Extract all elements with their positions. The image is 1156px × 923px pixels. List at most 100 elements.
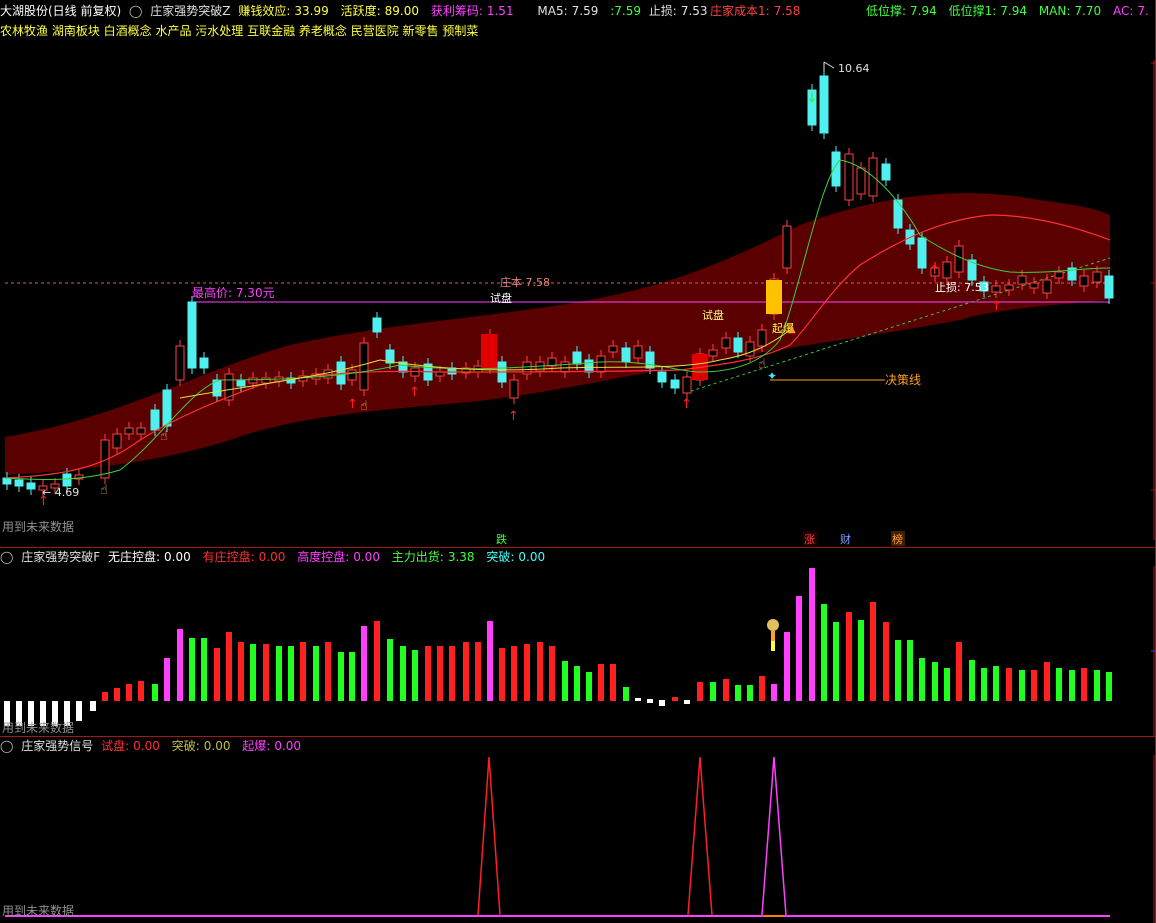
panel2-bar[interactable] — [549, 646, 555, 701]
panel2-bar[interactable] — [374, 621, 380, 701]
candle[interactable] — [14, 479, 24, 487]
candle[interactable] — [372, 317, 382, 333]
candle[interactable] — [1079, 275, 1089, 287]
candle[interactable] — [509, 379, 519, 399]
panel2-bar[interactable] — [313, 646, 319, 701]
candle[interactable] — [261, 377, 271, 384]
panel2-bar[interactable] — [226, 632, 232, 701]
candle[interactable] — [917, 237, 927, 269]
panel2-bar[interactable] — [126, 684, 132, 701]
panel2-bar[interactable] — [425, 646, 431, 701]
panel2-bar[interactable] — [907, 640, 913, 701]
panel2-bar[interactable] — [1094, 670, 1100, 701]
candle[interactable] — [844, 153, 854, 201]
panel2-bar[interactable] — [610, 664, 616, 701]
panel2-name[interactable]: 庄家强势突破F — [21, 550, 100, 564]
candle[interactable] — [782, 225, 792, 269]
candle[interactable] — [893, 199, 903, 229]
panel2-bar[interactable] — [189, 638, 195, 701]
panel2-bar[interactable] — [809, 568, 815, 701]
candle[interactable] — [62, 473, 72, 487]
candle[interactable] — [1029, 282, 1039, 289]
candle[interactable] — [162, 389, 172, 427]
panel2-bar[interactable] — [537, 642, 543, 701]
candle[interactable] — [745, 341, 755, 357]
candle[interactable] — [757, 329, 767, 347]
panel2-bar[interactable] — [821, 604, 827, 701]
panel2-bar[interactable] — [1056, 668, 1062, 701]
candle[interactable] — [359, 342, 369, 391]
candle[interactable] — [2, 477, 12, 485]
candle[interactable] — [819, 75, 829, 134]
panel2-bar[interactable] — [784, 632, 790, 701]
candle[interactable] — [187, 301, 197, 369]
panel3-name[interactable]: 庄家强势信号 — [21, 739, 93, 753]
candle[interactable] — [560, 361, 570, 373]
panel2-bar[interactable] — [574, 666, 580, 701]
candle[interactable] — [199, 357, 209, 369]
panel2-bar[interactable] — [1006, 668, 1012, 701]
panel2-bar[interactable] — [114, 688, 120, 701]
candle[interactable] — [596, 355, 606, 373]
panel2-bar[interactable] — [969, 660, 975, 701]
panel2-menu-icon[interactable]: ◯ — [0, 550, 13, 564]
candle[interactable] — [942, 261, 952, 279]
panel2-bar[interactable] — [1031, 670, 1037, 701]
panel2-bar[interactable] — [449, 646, 455, 701]
candle[interactable] — [150, 409, 160, 431]
candle[interactable] — [856, 167, 866, 195]
panel2-bar[interactable] — [919, 658, 925, 701]
candle[interactable] — [708, 349, 718, 357]
candle[interactable] — [721, 337, 731, 349]
panel2-bar[interactable] — [102, 692, 108, 701]
panel2-bar[interactable] — [598, 664, 604, 701]
panel2-bar[interactable] — [623, 687, 629, 701]
candle[interactable] — [608, 345, 618, 353]
panel2-bar[interactable] — [250, 644, 256, 701]
panel2-bar[interactable] — [349, 652, 355, 701]
panel2-bar[interactable] — [511, 646, 517, 701]
candle[interactable] — [991, 285, 1001, 293]
candle[interactable] — [733, 337, 743, 353]
panel2-bar[interactable] — [586, 672, 592, 701]
candle[interactable] — [621, 347, 631, 363]
panel2-bar[interactable] — [833, 622, 839, 701]
panel2-bar[interactable] — [723, 679, 729, 701]
panel2-bar[interactable] — [177, 629, 183, 701]
panel2-bar[interactable] — [152, 684, 158, 701]
panel2-bar[interactable] — [263, 644, 269, 701]
panel2-bar[interactable] — [338, 652, 344, 701]
panel2-bar[interactable] — [164, 658, 170, 701]
panel2-bar[interactable] — [710, 682, 716, 701]
candle[interactable] — [136, 427, 146, 435]
marker-bang[interactable]: 榜 — [892, 532, 903, 546]
candle[interactable] — [572, 351, 582, 365]
candle[interactable] — [26, 482, 36, 490]
candle[interactable] — [347, 369, 357, 381]
panel2-bar[interactable] — [288, 646, 294, 701]
candle[interactable] — [670, 379, 680, 389]
panel2-chart[interactable]: 用到未来数据 — [0, 566, 1156, 736]
candle[interactable] — [1004, 284, 1014, 291]
panel2-bar[interactable] — [659, 700, 665, 706]
panel3-menu-icon[interactable]: ◯ — [0, 739, 13, 753]
candle[interactable] — [657, 371, 667, 383]
panel2-bar[interactable] — [759, 676, 765, 701]
panel2-bar[interactable] — [735, 685, 741, 701]
panel2-bar[interactable] — [858, 620, 864, 701]
marker-cai[interactable]: 财 — [840, 532, 851, 546]
candle[interactable] — [633, 345, 643, 359]
panel2-bar[interactable] — [635, 698, 641, 701]
panel2-bar[interactable] — [437, 646, 443, 701]
panel2-bar[interactable] — [1106, 672, 1112, 701]
candle[interactable] — [831, 151, 841, 187]
panel2-bar[interactable] — [214, 648, 220, 701]
candle[interactable] — [881, 163, 891, 181]
panel2-bar[interactable] — [463, 642, 469, 701]
panel2-bar[interactable] — [524, 644, 530, 701]
candle[interactable] — [1017, 275, 1027, 285]
panel2-bar[interactable] — [647, 699, 653, 703]
panel2-bar[interactable] — [796, 596, 802, 701]
candle[interactable] — [1092, 271, 1102, 283]
candle[interactable] — [124, 427, 134, 435]
